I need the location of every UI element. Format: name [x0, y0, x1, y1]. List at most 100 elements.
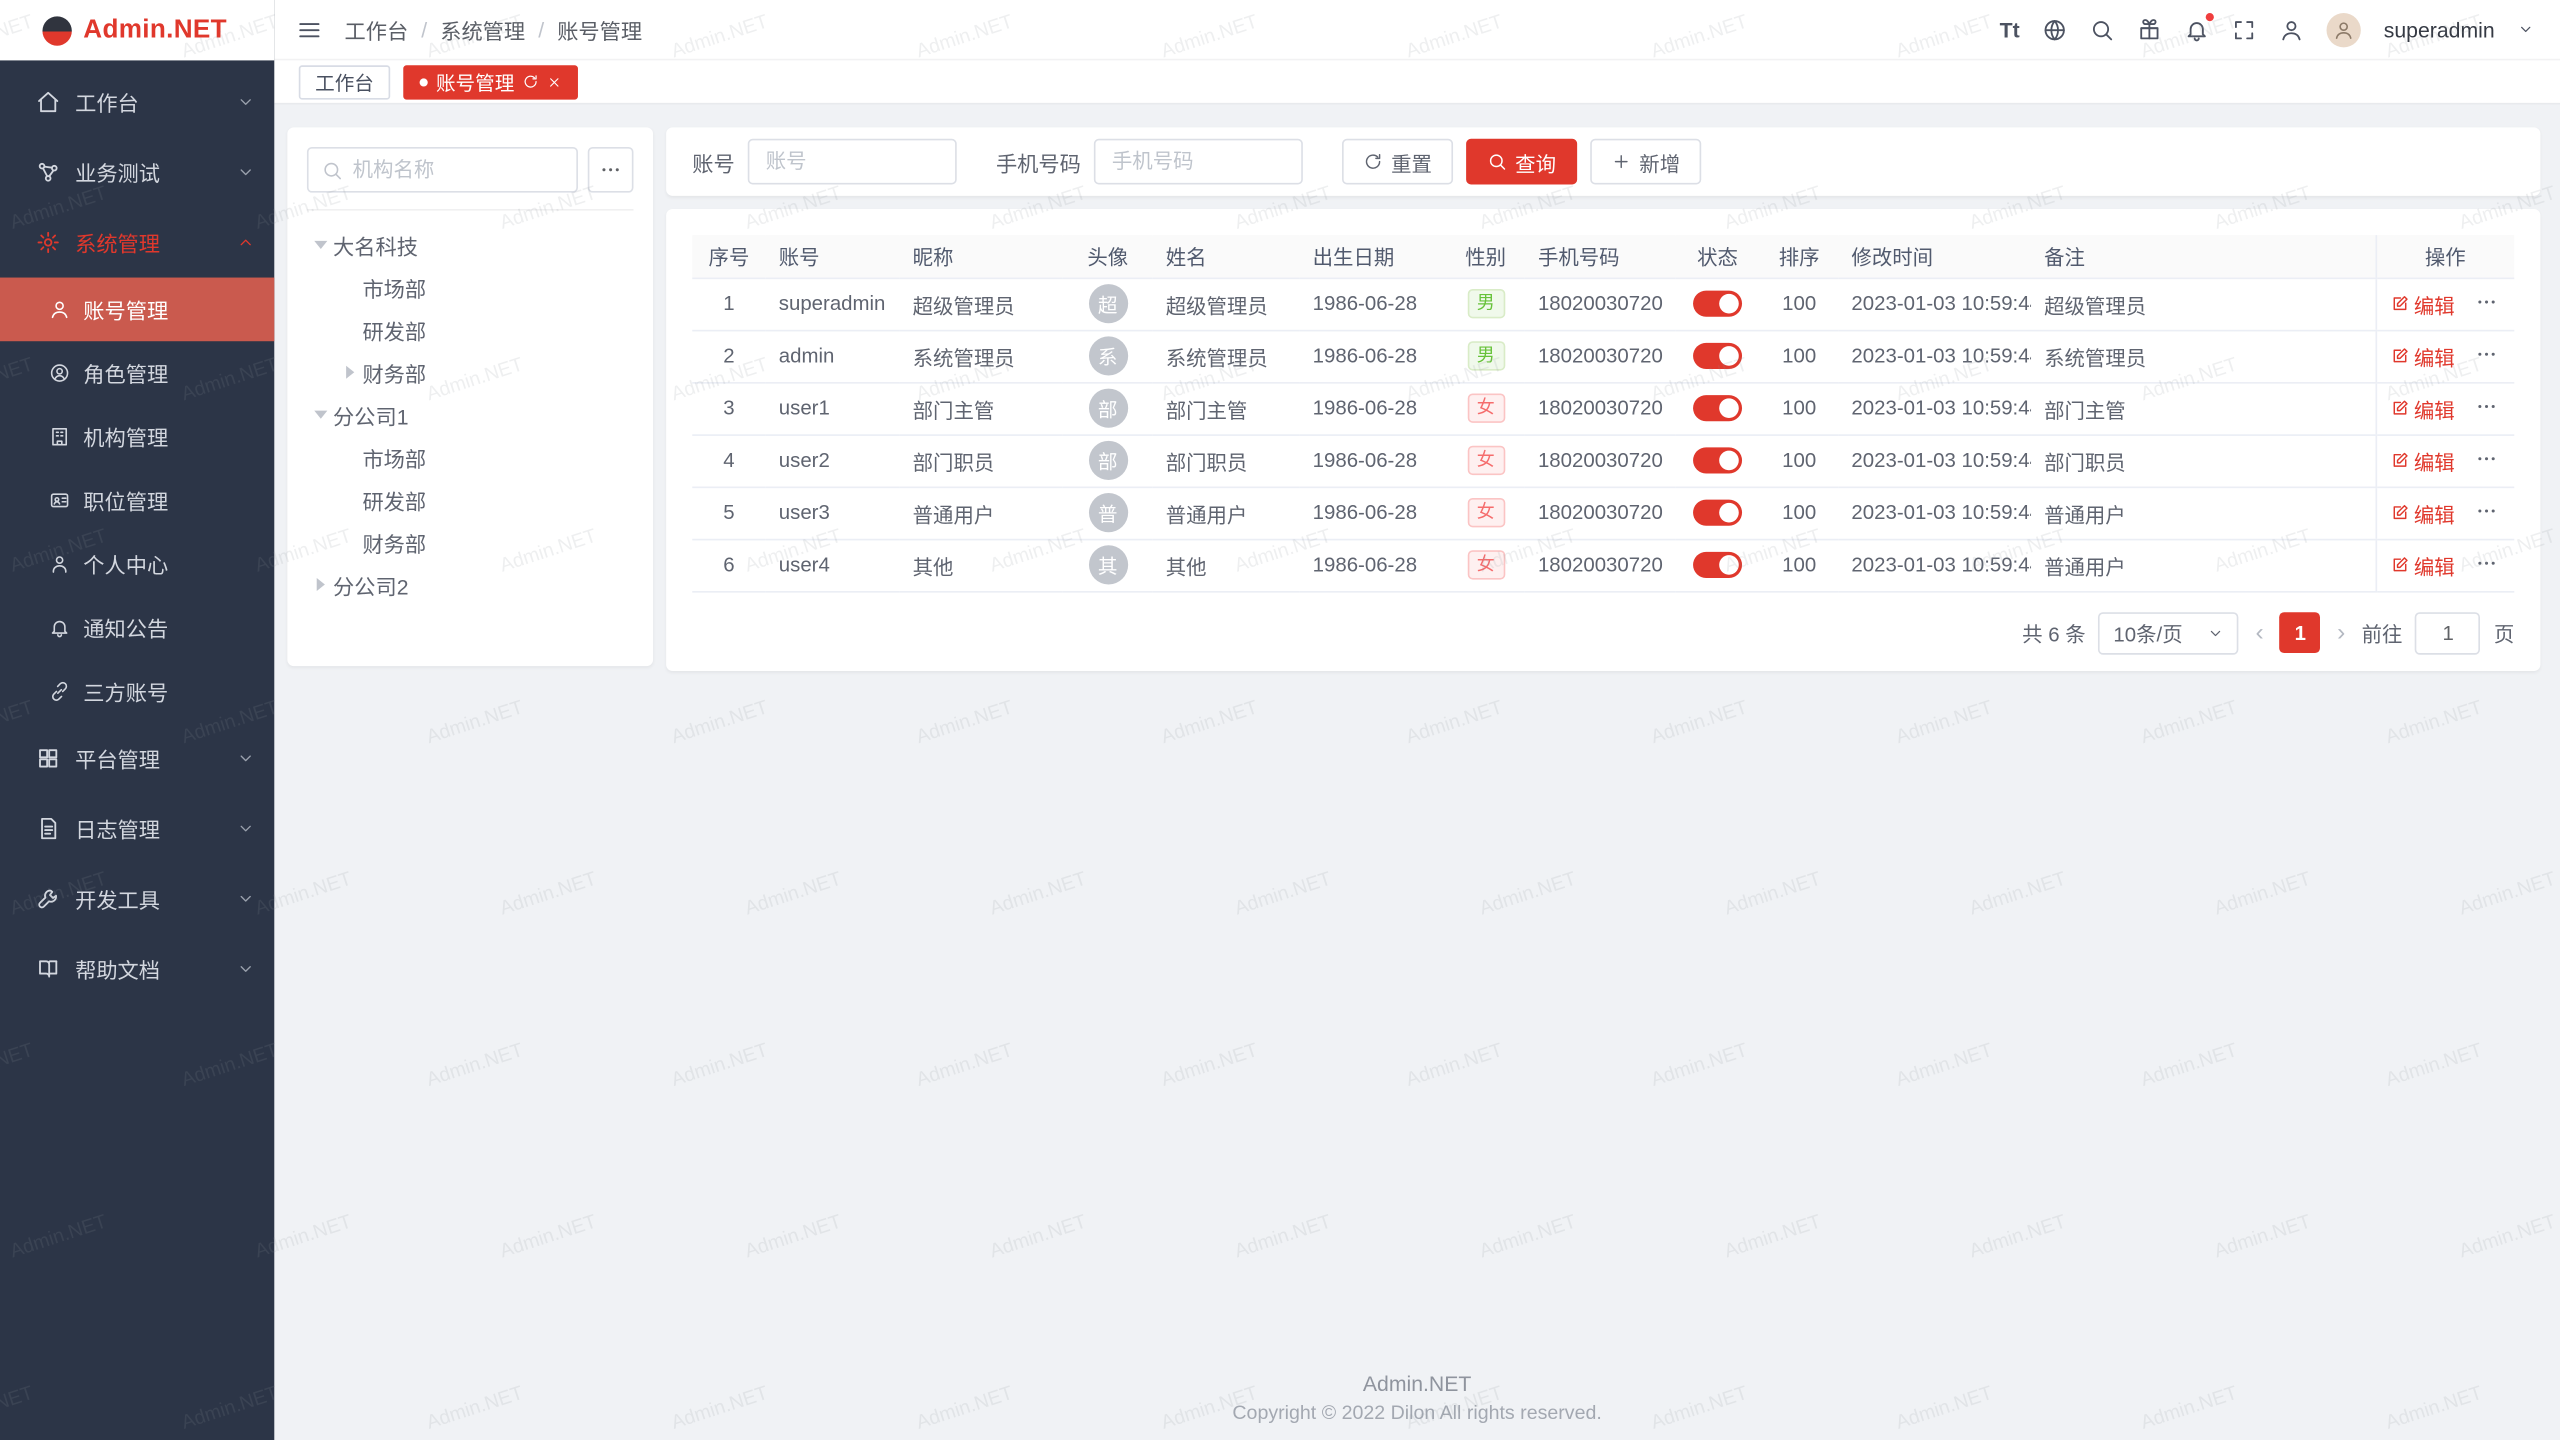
- next-page-button[interactable]: ›: [2334, 620, 2349, 644]
- username[interactable]: superadmin: [2384, 17, 2495, 41]
- cell-name: 超级管理员: [1153, 278, 1300, 330]
- status-toggle[interactable]: [1693, 447, 1742, 473]
- cell-nickname: 部门主管: [900, 382, 1063, 434]
- search-icon[interactable]: [2090, 17, 2114, 41]
- notification-bell-icon[interactable]: [2185, 17, 2209, 41]
- user-icon[interactable]: [2279, 17, 2303, 41]
- status-toggle[interactable]: [1693, 343, 1742, 369]
- edit-button[interactable]: 编辑: [2389, 393, 2454, 424]
- sidebar-item-position-management[interactable]: 职位管理: [0, 469, 274, 533]
- current-page-button[interactable]: 1: [2280, 612, 2321, 653]
- phone-input[interactable]: [1094, 139, 1303, 185]
- more-actions-button[interactable]: [2474, 343, 2497, 366]
- tree-node[interactable]: 大名科技: [307, 224, 634, 266]
- cell-account: admin: [766, 330, 900, 382]
- sidebar-item-label: 帮助文档: [75, 953, 222, 984]
- org-more-button[interactable]: [588, 147, 634, 193]
- tree-node[interactable]: 财务部: [307, 521, 634, 563]
- more-actions-button[interactable]: [2474, 395, 2497, 418]
- sidebar-item-system-management[interactable]: 系统管理: [0, 207, 274, 277]
- chevron-down-icon[interactable]: [2518, 21, 2534, 37]
- status-toggle[interactable]: [1693, 291, 1742, 317]
- breadcrumb-item-system[interactable]: 系统管理: [440, 14, 525, 45]
- more-actions-button[interactable]: [2474, 447, 2497, 470]
- tree-node[interactable]: 市场部: [307, 436, 634, 478]
- home-icon: [36, 90, 60, 114]
- tree-node[interactable]: 研发部: [307, 309, 634, 351]
- top-header: 工作台 / 系统管理 / 账号管理 Tt: [274, 0, 2560, 60]
- page-size-select[interactable]: 10条/页: [2099, 611, 2239, 653]
- sidebar-item-log-management[interactable]: 日志管理: [0, 793, 274, 863]
- prev-page-button[interactable]: ‹: [2252, 620, 2267, 644]
- status-toggle[interactable]: [1693, 552, 1742, 578]
- gift-icon[interactable]: [2137, 17, 2161, 41]
- sidebar-item-notice[interactable]: 通知公告: [0, 596, 274, 660]
- column-header: 性别: [1447, 235, 1525, 277]
- account-input[interactable]: [748, 139, 957, 185]
- globe-icon[interactable]: [2043, 17, 2067, 41]
- caret-placeholder: [336, 274, 362, 300]
- breadcrumb-item-account: 账号管理: [557, 14, 642, 45]
- breadcrumb-separator: /: [421, 17, 427, 41]
- org-search-input[interactable]: [353, 158, 564, 181]
- search-button[interactable]: 查询: [1466, 139, 1577, 185]
- sidebar-item-role-management[interactable]: 角色管理: [0, 341, 274, 405]
- caret-icon[interactable]: [307, 571, 333, 597]
- sidebar-item-business-test[interactable]: 业务测试: [0, 137, 274, 207]
- fullscreen-icon[interactable]: [2232, 17, 2256, 41]
- tree-node[interactable]: 财务部: [307, 351, 634, 393]
- column-header: 状态: [1675, 235, 1760, 277]
- menu-collapse-button[interactable]: [297, 17, 321, 41]
- breadcrumb-item-workbench[interactable]: 工作台: [344, 14, 408, 45]
- cell-avatar: 部: [1063, 434, 1153, 486]
- caret-icon[interactable]: [336, 359, 362, 385]
- sidebar-item-third-party-account[interactable]: 三方账号: [0, 660, 274, 724]
- cell-avatar: 普: [1063, 487, 1153, 539]
- cell-index: 3: [692, 382, 765, 434]
- app-logo[interactable]: Admin.NET: [0, 0, 274, 60]
- goto-page-input[interactable]: [2415, 611, 2480, 653]
- edit-button[interactable]: 编辑: [2389, 497, 2454, 528]
- font-size-icon[interactable]: Tt: [2000, 17, 2020, 41]
- edit-button[interactable]: 编辑: [2389, 340, 2454, 371]
- chevron-down-icon: [237, 93, 255, 111]
- edit-button[interactable]: 编辑: [2389, 445, 2454, 476]
- status-toggle[interactable]: [1693, 500, 1742, 526]
- user-avatar[interactable]: [2327, 12, 2361, 46]
- edit-label: 编辑: [2414, 445, 2455, 476]
- sidebar-item-help-docs[interactable]: 帮助文档: [0, 934, 274, 1004]
- sidebar-item-dev-tools[interactable]: 开发工具: [0, 864, 274, 934]
- tree-node[interactable]: 市场部: [307, 266, 634, 308]
- tree-node[interactable]: 分公司1: [307, 393, 634, 435]
- more-actions-button[interactable]: [2474, 552, 2497, 575]
- column-header: 排序: [1760, 235, 1838, 277]
- sidebar-item-account-management[interactable]: 账号管理: [0, 278, 274, 342]
- refresh-tab-icon[interactable]: [522, 73, 538, 89]
- close-tab-icon[interactable]: [547, 74, 562, 89]
- tab-workbench[interactable]: 工作台: [299, 64, 390, 98]
- cell-avatar: 部: [1063, 382, 1153, 434]
- tab-label: 工作台: [315, 68, 374, 96]
- tab-account-management[interactable]: 账号管理: [403, 64, 578, 98]
- add-button[interactable]: 新增: [1590, 139, 1701, 185]
- caret-icon[interactable]: [307, 232, 333, 258]
- sidebar-item-workbench[interactable]: 工作台: [0, 67, 274, 137]
- caret-icon[interactable]: [307, 402, 333, 428]
- more-actions-button[interactable]: [2474, 291, 2497, 314]
- refresh-icon: [1363, 152, 1383, 172]
- tree-node[interactable]: 分公司2: [307, 563, 634, 605]
- sidebar-item-platform-management[interactable]: 平台管理: [0, 723, 274, 793]
- status-toggle[interactable]: [1693, 395, 1742, 421]
- sidebar-item-personal-center[interactable]: 个人中心: [0, 532, 274, 596]
- footer-title: Admin.NET: [274, 1370, 2560, 1399]
- reset-button[interactable]: 重置: [1342, 139, 1453, 185]
- edit-button[interactable]: 编辑: [2389, 288, 2454, 319]
- hamburger-icon: [297, 17, 321, 41]
- column-header: 昵称: [900, 235, 1063, 277]
- table-row: 3user1部门主管部部门主管1986-06-28女18020030720100…: [692, 382, 2514, 434]
- edit-button[interactable]: 编辑: [2389, 549, 2454, 580]
- cell-actions: 编辑: [2376, 382, 2515, 434]
- sidebar-item-org-management[interactable]: 机构管理: [0, 405, 274, 469]
- more-actions-button[interactable]: [2474, 500, 2497, 523]
- tree-node[interactable]: 研发部: [307, 478, 634, 520]
